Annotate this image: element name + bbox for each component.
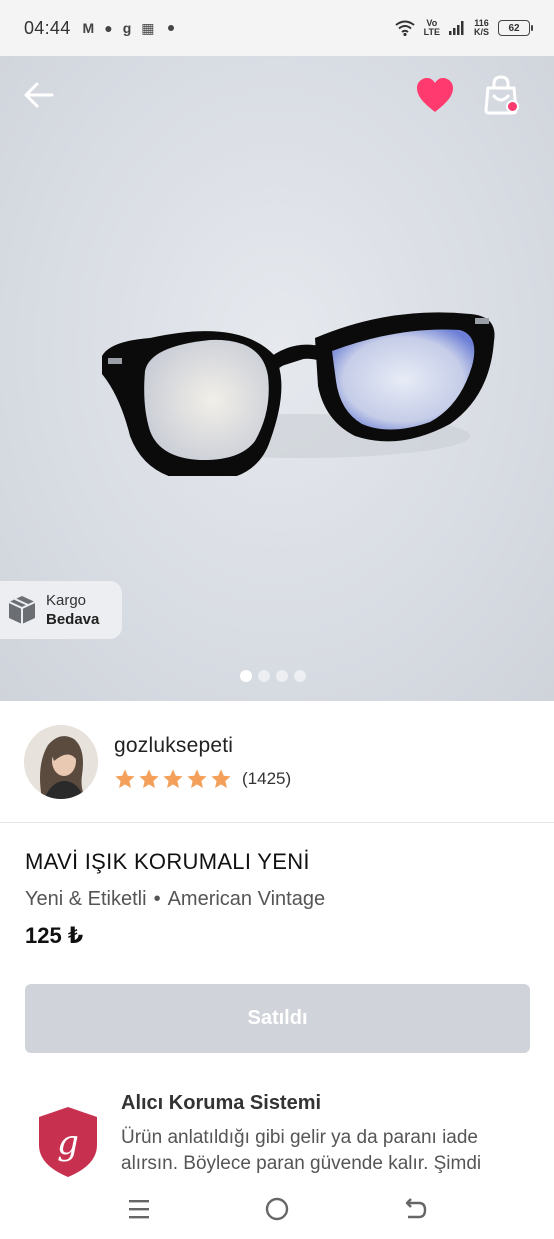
meta-separator: • (153, 888, 161, 910)
notification-icons: M ● g ▦ (83, 20, 175, 37)
battery-icon: 62 (498, 20, 533, 36)
back-arrow-icon[interactable] (22, 78, 56, 112)
shipping-text: Kargo Bedava (46, 591, 99, 629)
app-g-icon: g (122, 20, 132, 36)
star-icon (163, 768, 183, 788)
shipping-value: Bedava (46, 611, 100, 628)
network-speed: 116 K/S (474, 19, 489, 37)
chat-icon: ● (104, 20, 113, 36)
product-meta: Yeni & Etiketli • American Vintage (25, 888, 325, 911)
gallery-dot[interactable] (294, 670, 306, 682)
seller-row[interactable]: gozluksepeti (1425) (0, 701, 554, 823)
network-type: Vo LTE (424, 19, 440, 37)
favorite-heart-icon[interactable] (415, 76, 455, 114)
gallery-dot[interactable] (258, 670, 270, 682)
protection-text: Ürün anlatıldığı gibi gelir ya da paranı… (121, 1127, 482, 1174)
star-icon (187, 768, 207, 788)
gallery-dot[interactable] (240, 670, 252, 682)
product-photo-glasses (102, 312, 495, 476)
back-icon[interactable] (402, 1196, 428, 1222)
sold-button: Satıldı (25, 984, 530, 1053)
star-icon (139, 768, 159, 788)
menu-icon[interactable] (126, 1198, 152, 1220)
status-time: 04:44 (24, 17, 71, 38)
avatar-image (24, 724, 98, 799)
shipping-label: Kargo (46, 592, 87, 609)
signal-icon (448, 21, 464, 35)
status-right: Vo LTE 116 K/S 62 (395, 19, 533, 37)
more-notifications-icon (168, 25, 175, 31)
home-icon[interactable] (264, 1196, 290, 1222)
seller-info: gozluksepeti (1425) (114, 734, 291, 790)
system-nav-bar (0, 1180, 554, 1239)
buyer-protection-logo-icon: g (39, 1107, 97, 1177)
seller-rating: (1425) (114, 768, 291, 790)
protection-title: Alıcı Koruma Sistemi (121, 1092, 322, 1114)
star-icon (115, 768, 135, 788)
product-image-gallery[interactable]: Kargo Bedava (0, 56, 554, 701)
gmail-icon: M (82, 20, 95, 36)
rating-count: (1425) (242, 768, 292, 788)
free-shipping-badge: Kargo Bedava (0, 581, 122, 639)
wifi-icon (395, 20, 415, 36)
battery-level: 62 (508, 22, 520, 34)
product-title: MAVİ IŞIK KORUMALI YENİ (25, 849, 310, 874)
package-icon (8, 596, 36, 624)
seller-avatar[interactable] (24, 724, 98, 799)
speed-unit: K/S (473, 27, 489, 37)
cart-notification-dot (506, 100, 519, 113)
product-brand[interactable]: American Vintage (168, 888, 326, 911)
gallery-dot[interactable] (276, 670, 288, 682)
seller-name[interactable]: gozluksepeti (114, 734, 291, 758)
product-condition: Yeni & Etiketli (25, 888, 147, 910)
star-icon (211, 768, 231, 788)
news-icon: ▦ (141, 19, 155, 36)
logo-letter: g (57, 1123, 79, 1163)
gallery-pagination (240, 670, 306, 682)
sold-button-label: Satıldı (247, 1007, 308, 1029)
product-price: 125 ₺ (25, 923, 84, 948)
status-bar: 04:44 M ● g ▦ Vo LTE 116 K/S 62 (0, 0, 554, 56)
network-bottom-label: LTE (423, 27, 440, 37)
